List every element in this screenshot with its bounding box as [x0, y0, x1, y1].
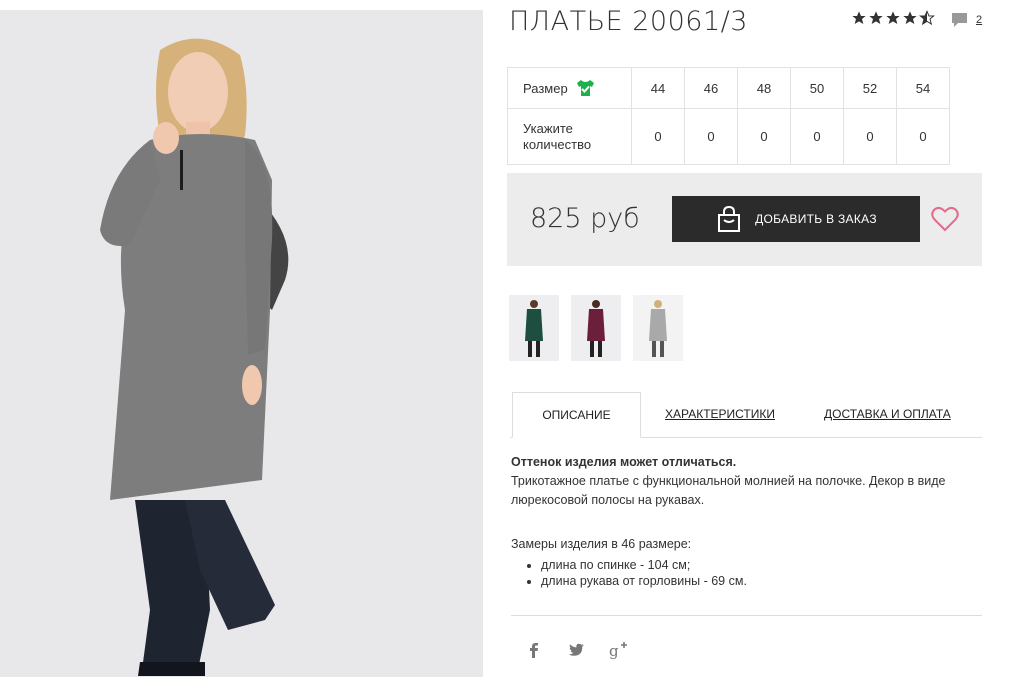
measurement-item: длина по спинке - 104 см;	[541, 557, 981, 573]
svg-text:g: g	[609, 642, 619, 660]
quantity-input[interactable]: 0	[843, 108, 897, 165]
description-note: Оттенок изделия может отличаться.	[511, 455, 737, 469]
facebook-icon[interactable]	[524, 640, 544, 660]
buy-box: 825 руб ДОБАВИТЬ В ЗАКАЗ	[507, 173, 982, 266]
tab-delivery-payment[interactable]: ДОСТАВКА И ОПЛАТА	[824, 392, 951, 436]
size-guide-icon[interactable]	[576, 79, 595, 97]
wishlist-heart-icon[interactable]	[931, 206, 959, 232]
size-cell: 46	[684, 67, 738, 109]
description-panel: Оттенок изделия может отличаться. Трикот…	[511, 453, 981, 589]
comment-icon	[952, 13, 967, 27]
quantity-input[interactable]: 0	[631, 108, 685, 165]
dress-thumbnail-green-icon	[509, 295, 559, 361]
size-cell: 52	[843, 67, 897, 109]
add-to-order-label: ДОБАВИТЬ В ЗАКАЗ	[755, 212, 877, 226]
star-icon	[903, 11, 917, 24]
star-icon	[886, 11, 900, 24]
star-half-icon	[919, 10, 935, 26]
product-photo[interactable]	[0, 10, 483, 677]
dress-thumbnail-burgundy-icon	[571, 295, 621, 361]
quantity-input[interactable]: 0	[896, 108, 950, 165]
star-icon	[869, 11, 883, 24]
shopping-bag-icon	[718, 205, 741, 232]
dress-thumbnail-grey-icon	[633, 295, 683, 361]
quantity-label: Укажите количество	[523, 120, 592, 152]
tab-characteristics[interactable]: ХАРАКТЕРИСТИКИ	[665, 392, 775, 436]
size-table: Размер 44 46 48 50 52 54 Укажите количес…	[507, 67, 950, 165]
quantity-input[interactable]: 0	[790, 108, 844, 165]
twitter-icon[interactable]	[566, 640, 586, 660]
social-share: g	[524, 640, 628, 660]
comments-count[interactable]: 2	[976, 14, 982, 26]
measurements-title: Замеры изделия в 46 размере:	[511, 537, 692, 551]
size-cell: 54	[896, 67, 950, 109]
size-cell: 44	[631, 67, 685, 109]
size-label: Размер	[523, 80, 568, 96]
product-price: 825 руб	[530, 203, 640, 234]
thumbnail-green[interactable]	[509, 295, 559, 361]
thumbnail-grey[interactable]	[633, 295, 683, 361]
thumbnail-burgundy[interactable]	[571, 295, 621, 361]
color-thumbnails	[509, 295, 683, 361]
measurements-list: длина по спинке - 104 см; длина рукава о…	[511, 557, 981, 589]
quantity-input[interactable]: 0	[684, 108, 738, 165]
size-cell: 48	[737, 67, 791, 109]
rating-stars[interactable]	[851, 10, 936, 26]
add-to-order-button[interactable]: ДОБАВИТЬ В ЗАКАЗ	[672, 196, 920, 242]
product-tabs: ОПИСАНИЕ ХАРАКТЕРИСТИКИ ДОСТАВКА И ОПЛАТ…	[510, 392, 982, 438]
google-plus-icon[interactable]: g	[608, 640, 628, 660]
quantity-input[interactable]: 0	[737, 108, 791, 165]
comments-link[interactable]: 2	[951, 12, 982, 28]
divider	[511, 615, 982, 616]
tab-description[interactable]: ОПИСАНИЕ	[512, 392, 641, 438]
product-title: ПЛАТЬЕ 20061/3	[509, 6, 748, 37]
size-cell: 50	[790, 67, 844, 109]
star-icon	[852, 11, 866, 24]
description-text: Трикотажное платье с функциональной молн…	[511, 474, 946, 507]
measurement-item: длина рукава от горловины - 69 см.	[541, 573, 981, 589]
